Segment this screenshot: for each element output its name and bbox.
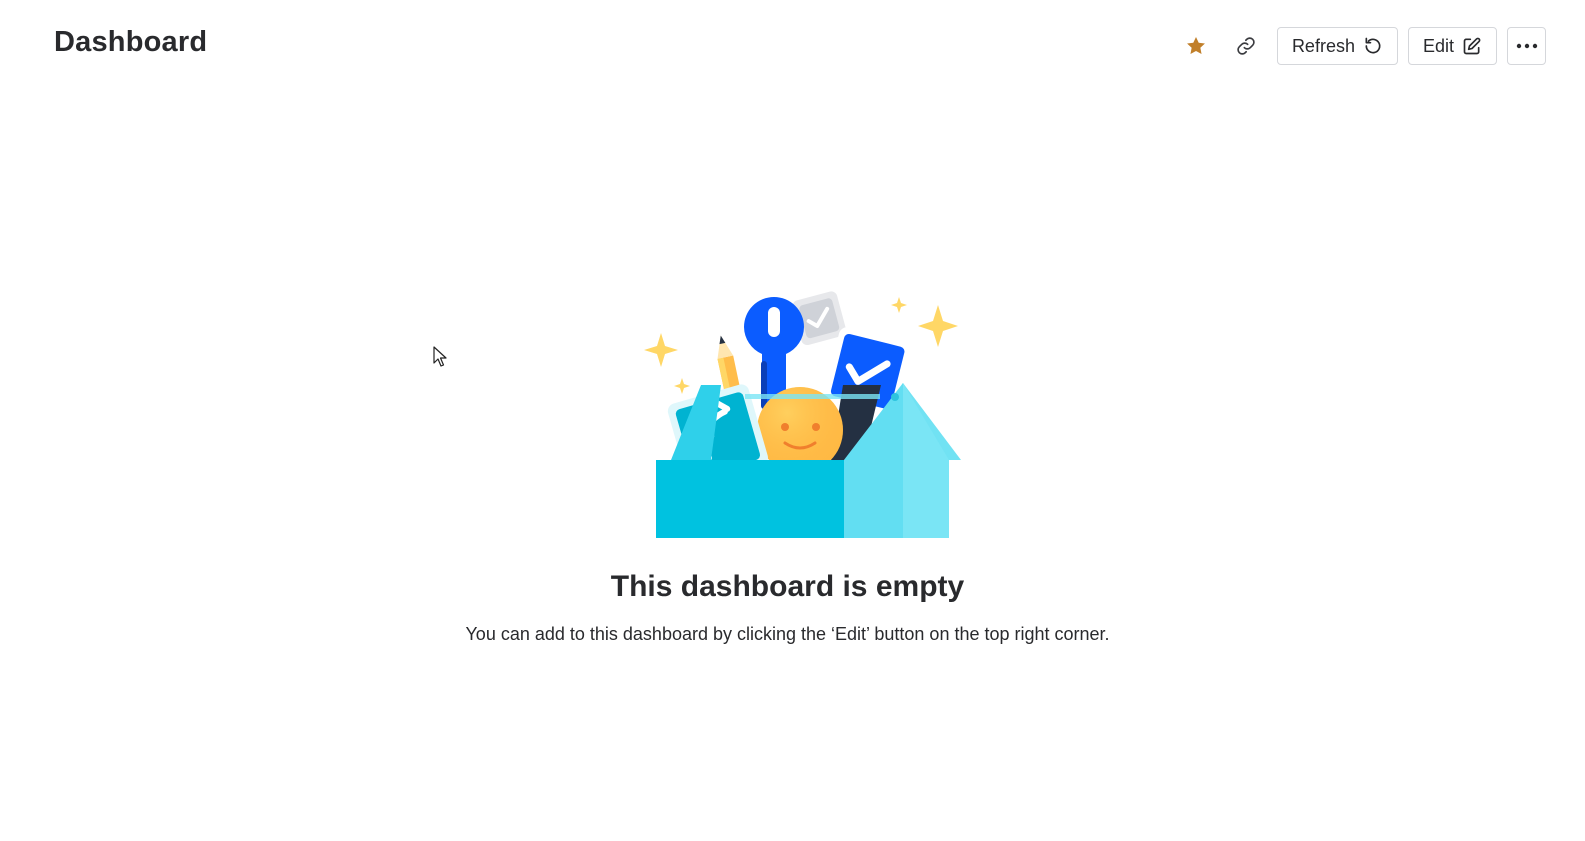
edit-icon xyxy=(1462,36,1482,56)
favorite-button[interactable] xyxy=(1177,27,1215,65)
dashboard-page: Dashboard Refresh Edit This dashboard is… xyxy=(0,0,1585,841)
more-options-button[interactable] xyxy=(1507,27,1546,65)
copy-link-button[interactable] xyxy=(1227,27,1265,65)
dashboard-toolbar: Refresh Edit xyxy=(1177,27,1546,65)
edit-button[interactable]: Edit xyxy=(1407,27,1497,65)
more-horizontal-icon xyxy=(1516,43,1537,49)
link-icon xyxy=(1237,37,1255,55)
mouse-cursor-icon xyxy=(433,346,447,367)
empty-state-title: This dashboard is empty xyxy=(610,570,965,603)
page-title: Dashboard xyxy=(54,26,208,58)
empty-state: This dashboard is empty You can add to t… xyxy=(0,285,1585,645)
empty-state-description: You can add to this dashboard by clickin… xyxy=(465,624,1110,644)
refresh-icon xyxy=(1363,36,1383,56)
refresh-button[interactable]: Refresh xyxy=(1276,27,1398,65)
edit-label: Edit xyxy=(1422,35,1454,56)
refresh-label: Refresh xyxy=(1291,35,1355,56)
toolbox-illustration xyxy=(643,291,961,538)
star-icon xyxy=(1187,37,1205,54)
